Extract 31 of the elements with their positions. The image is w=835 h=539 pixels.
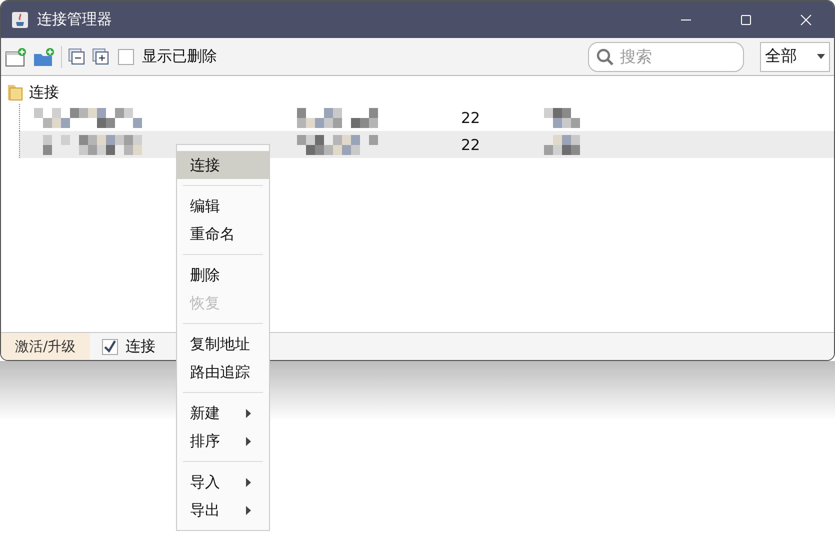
window-title: 连接管理器 — [37, 10, 112, 29]
menu-item[interactable]: 删除 — [177, 261, 269, 289]
search-field[interactable]: 搜索 — [588, 42, 744, 72]
tree-node-label[interactable]: 连接 — [29, 82, 59, 102]
port-cell: 22 — [461, 136, 481, 154]
menu-item[interactable]: 新建 — [177, 399, 269, 427]
expand-all-icon[interactable] — [92, 48, 110, 66]
checkbox-label: 显示已删除 — [142, 47, 217, 66]
checkbox[interactable] — [118, 48, 134, 64]
port-cell: 22 — [461, 108, 481, 126]
menu-item[interactable]: 排序 — [177, 427, 269, 455]
search-icon — [596, 48, 614, 66]
maximize-icon[interactable] — [740, 14, 752, 26]
activate-upgrade-button[interactable]: 激活/升级 — [1, 333, 90, 360]
menu-item[interactable]: 导出 — [177, 496, 269, 524]
menu-item[interactable]: 路由追踪 — [177, 358, 269, 386]
tree-row[interactable]: 22 — [19, 131, 834, 158]
menu-item[interactable]: 重命名 — [177, 220, 269, 248]
app-icon — [11, 10, 29, 28]
checkbox[interactable] — [102, 338, 118, 354]
menu-item[interactable]: 连接 — [177, 151, 269, 179]
dropdown-arrow-icon — [817, 54, 825, 59]
checkbox-label: 连接 — [126, 337, 156, 356]
new-folder-icon[interactable] — [33, 46, 55, 66]
menu-item[interactable]: 编辑 — [177, 192, 269, 220]
menu-item[interactable]: 导入 — [177, 468, 269, 496]
collapse-all-icon[interactable] — [68, 48, 86, 66]
filter-dropdown[interactable]: 全部 — [760, 42, 830, 72]
new-connection-icon[interactable] — [5, 46, 27, 66]
menu-item[interactable]: 复制地址 — [177, 330, 269, 358]
close-icon[interactable] — [800, 14, 812, 26]
